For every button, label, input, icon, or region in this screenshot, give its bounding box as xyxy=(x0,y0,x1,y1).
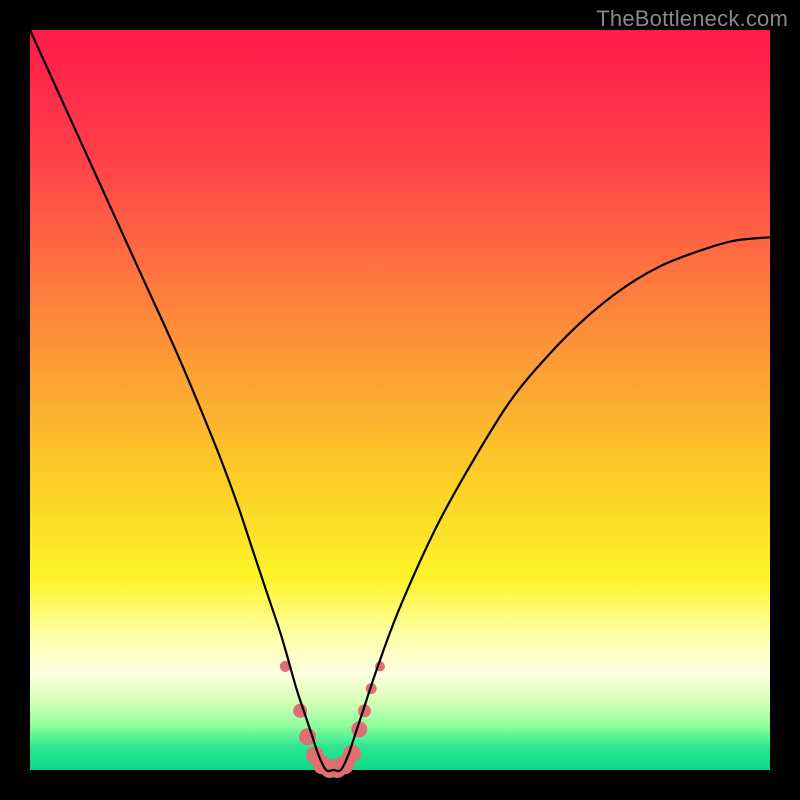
plot-background xyxy=(30,30,770,770)
watermark-text: TheBottleneck.com xyxy=(596,6,788,32)
bottleneck-chart xyxy=(0,0,800,800)
chart-stage: TheBottleneck.com xyxy=(0,0,800,800)
